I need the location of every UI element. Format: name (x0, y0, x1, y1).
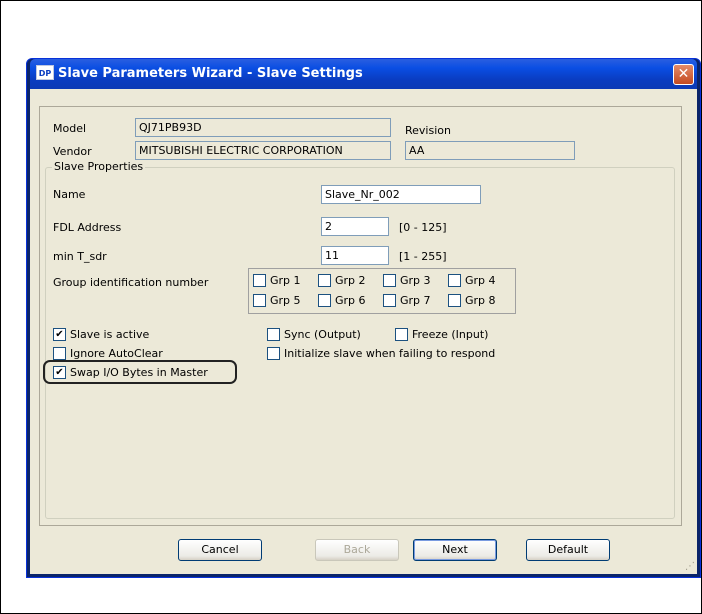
check-icon: ✔ (53, 328, 66, 341)
group-3-label: Grp 3 (400, 274, 431, 287)
group-2-label: Grp 2 (335, 274, 366, 287)
group-id-box: Grp 1 Grp 2 Grp 3 Grp 4 Grp 5 Grp 6 Grp … (248, 268, 516, 314)
vendor-label: Vendor (53, 145, 92, 158)
group-3-box (383, 274, 396, 287)
group-1-checkbox[interactable]: Grp 1 (253, 274, 301, 287)
fdl-address-range: [0 - 125] (399, 221, 447, 234)
freeze-input-checkbox[interactable]: Freeze (Input) (395, 328, 488, 341)
group-1-label: Grp 1 (270, 274, 301, 287)
init-slave-checkbox[interactable]: Initialize slave when failing to respond (267, 347, 495, 360)
group-8-checkbox[interactable]: Grp 8 (448, 294, 496, 307)
wizard-window: DP Slave Parameters Wizard - Slave Setti… (26, 58, 701, 578)
cancel-button[interactable]: Cancel (178, 539, 262, 561)
close-button[interactable]: ✕ (673, 64, 694, 85)
highlight-annotation (43, 360, 237, 384)
slave-properties-legend: Slave Properties (52, 160, 146, 173)
name-label: Name (53, 188, 86, 201)
group-8-box (448, 294, 461, 307)
slave-active-label: Slave is active (70, 328, 150, 341)
group-7-box (383, 294, 396, 307)
revision-field: AA (405, 141, 575, 160)
group-6-label: Grp 6 (335, 294, 366, 307)
default-button[interactable]: Default (526, 539, 610, 561)
group-7-checkbox[interactable]: Grp 7 (383, 294, 431, 307)
group-1-box (253, 274, 266, 287)
next-button[interactable]: Next (413, 539, 497, 561)
ignore-autoclear-checkbox[interactable]: Ignore AutoClear (53, 347, 163, 360)
group-5-checkbox[interactable]: Grp 5 (253, 294, 301, 307)
group-4-box (448, 274, 461, 287)
ignore-autoclear-box (53, 347, 66, 360)
fdl-address-input[interactable]: 2 (321, 217, 389, 236)
dialog-client-area: Model QJ71PB93D Revision Vendor MITSUBIS… (30, 89, 697, 574)
name-input[interactable]: Slave_Nr_002 (321, 185, 481, 204)
freeze-input-box (395, 328, 408, 341)
min-tsdr-label: min T_sdr (53, 250, 107, 263)
group-4-label: Grp 4 (465, 274, 496, 287)
window-title: Slave Parameters Wizard - Slave Settings (58, 66, 363, 81)
min-tsdr-input[interactable]: 11 (321, 246, 389, 265)
group-6-box (318, 294, 331, 307)
group-3-checkbox[interactable]: Grp 3 (383, 274, 431, 287)
vendor-field: MITSUBISHI ELECTRIC CORPORATION (135, 141, 391, 160)
ignore-autoclear-label: Ignore AutoClear (70, 347, 163, 360)
model-label: Model (53, 122, 87, 135)
resize-grip-icon[interactable]: ⋰ (685, 561, 695, 572)
group-2-checkbox[interactable]: Grp 2 (318, 274, 366, 287)
group-6-checkbox[interactable]: Grp 6 (318, 294, 366, 307)
group-7-label: Grp 7 (400, 294, 431, 307)
dp-app-icon: DP (36, 65, 54, 80)
group-4-checkbox[interactable]: Grp 4 (448, 274, 496, 287)
group-5-box (253, 294, 266, 307)
revision-label: Revision (405, 124, 451, 137)
sync-output-box (267, 328, 280, 341)
back-button[interactable]: Back (315, 539, 399, 561)
group-2-box (318, 274, 331, 287)
group-id-label: Group identification number (53, 276, 209, 289)
sync-output-label: Sync (Output) (284, 328, 361, 341)
fdl-address-label: FDL Address (53, 221, 122, 234)
freeze-input-label: Freeze (Input) (412, 328, 489, 341)
group-5-label: Grp 5 (270, 294, 301, 307)
group-8-label: Grp 8 (465, 294, 496, 307)
slave-active-checkbox[interactable]: ✔ Slave is active (53, 328, 149, 341)
min-tsdr-range: [1 - 255] (399, 250, 447, 263)
sync-output-checkbox[interactable]: Sync (Output) (267, 328, 361, 341)
model-field: QJ71PB93D (135, 118, 391, 137)
settings-panel: Model QJ71PB93D Revision Vendor MITSUBIS… (39, 106, 682, 526)
title-bar[interactable]: DP Slave Parameters Wizard - Slave Setti… (30, 59, 697, 89)
init-slave-box (267, 347, 280, 360)
init-slave-label: Initialize slave when failing to respond (284, 347, 496, 360)
